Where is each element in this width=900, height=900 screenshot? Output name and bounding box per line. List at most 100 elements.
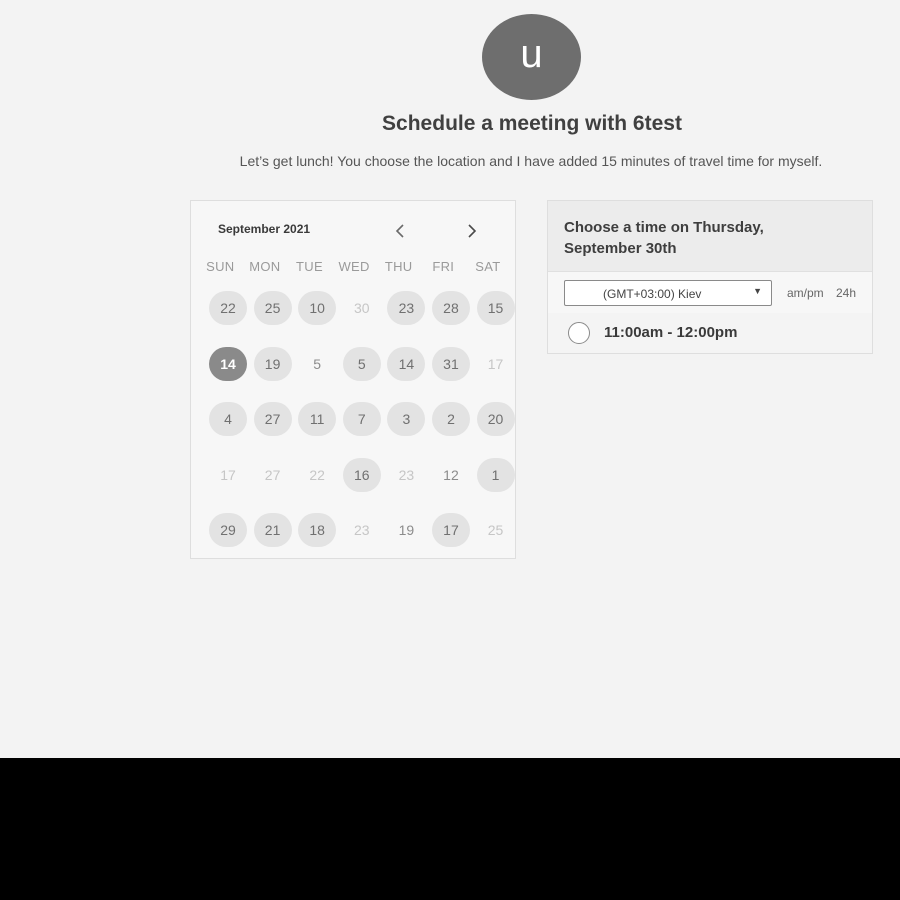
page-title: Schedule a meeting with 6test [382, 112, 682, 135]
calendar-day[interactable]: 21 [253, 513, 292, 547]
day-cell: 14 [207, 346, 252, 403]
calendar-day[interactable]: 29 [209, 513, 247, 547]
day-cell: 27 [252, 458, 297, 514]
calendar-day[interactable]: 25 [253, 291, 292, 325]
day-cell: 17 [207, 458, 252, 514]
time-panel: Choose a time on Thursday, September 30t… [547, 200, 873, 354]
time-panel-header: Choose a time on Thursday, September 30t… [548, 201, 872, 272]
day-cell: 20 [475, 402, 520, 458]
day-cell: 23 [385, 458, 430, 514]
time-slot[interactable]: 11:00am - 12:00pm [548, 313, 872, 353]
selected-day[interactable]: 14 [209, 346, 247, 381]
day-cell: 28 [430, 291, 475, 347]
calendar-day[interactable]: 2 [431, 402, 470, 436]
calendar-day: 17 [220, 466, 236, 483]
weekday-mon: MON [249, 259, 281, 274]
scheduling-page: u Schedule a meeting with 6test Let’s ge… [0, 0, 900, 758]
calendar-day[interactable]: 16 [342, 457, 381, 492]
calendar-day[interactable]: 28 [431, 291, 470, 325]
calendar-month: September 2021 [218, 222, 311, 236]
calendar-day[interactable]: 17 [431, 513, 470, 547]
calendar-day: 27 [264, 466, 281, 483]
weekday-tue: TUE [296, 259, 323, 274]
time-slot-label: 11:00am - 12:00pm [604, 324, 738, 341]
calendar-day[interactable]: 27 [253, 402, 292, 436]
day-cell: 2 [430, 402, 475, 458]
calendar-day[interactable]: 20 [476, 402, 515, 436]
day-cell: 16 [341, 457, 386, 514]
day-cell: 7 [341, 402, 386, 458]
day-cell: 30 [341, 291, 386, 347]
24h-toggle[interactable]: 24h [836, 286, 856, 300]
day-cell: 15 [475, 291, 520, 347]
black-bar [0, 758, 900, 900]
calendar-day: 23 [398, 466, 415, 483]
day-cell: 19 [252, 346, 297, 403]
day-cell: 17 [475, 347, 520, 403]
caret-down-icon: ▼ [753, 286, 762, 296]
calendar-day[interactable]: 14 [387, 346, 426, 381]
day-cell: 5 [341, 346, 386, 403]
day-cell: 18 [296, 513, 341, 569]
calendar-day: 5 [313, 355, 322, 372]
day-cell: 19 [385, 513, 430, 569]
calendar-day: 23 [353, 522, 370, 538]
day-cell: 22 [296, 458, 341, 514]
day-cell: 25 [252, 291, 297, 347]
calendar-day[interactable]: 7 [342, 402, 381, 436]
day-cell: 11 [296, 402, 341, 458]
day-cell: 4 [207, 402, 252, 458]
day-cell: 5 [296, 347, 341, 403]
calendar-day[interactable]: 4 [209, 402, 247, 436]
weekday-sun: SUN [206, 259, 235, 274]
ampm-toggle[interactable]: am/pm [787, 286, 824, 300]
day-cell: 29 [207, 513, 252, 569]
day-cell: 25 [475, 513, 520, 569]
calendar-day[interactable]: 5 [342, 346, 381, 381]
day-cell: 22 [207, 291, 252, 347]
calendar-day[interactable]: 10 [298, 291, 337, 325]
day-cell: 3 [385, 402, 430, 458]
time-panel-title: Choose a time on Thursday, September 30t… [564, 219, 764, 257]
page-subtitle: Let’s get lunch! You choose the location… [239, 153, 823, 169]
timezone-value: (GMT+03:00) Kiev [603, 287, 702, 301]
day-cell: 14 [385, 346, 430, 403]
calendar-day[interactable]: 31 [431, 346, 470, 381]
calendar-day[interactable]: 15 [476, 291, 515, 325]
calendar-day: 25 [487, 522, 504, 538]
day-cell: 12 [430, 458, 475, 514]
next-month-button[interactable] [460, 219, 484, 243]
weekday-thu: THU [384, 259, 413, 274]
weekday-fri: FRI [432, 259, 455, 274]
day-cell: 27 [252, 402, 297, 458]
radio-icon[interactable] [568, 322, 590, 344]
chevron-right-icon [468, 224, 477, 238]
day-cell: 17 [430, 513, 475, 569]
calendar: September 2021 SUN MON TUE WED THU FRI SAT 22 2… [190, 200, 516, 559]
calendar-day: 30 [353, 300, 370, 316]
timezone-select[interactable]: (GMT+03:00) Kiev ▼ [564, 280, 772, 306]
calendar-day[interactable]: 19 [253, 346, 292, 381]
calendar-day: 12 [443, 466, 459, 483]
chevron-left-icon [395, 224, 404, 238]
prev-month-button[interactable] [388, 219, 412, 243]
avatar-letter: u [520, 32, 543, 76]
day-cell: 31 [430, 346, 475, 403]
calendar-day: 22 [309, 466, 325, 483]
calendar-day[interactable]: 23 [387, 291, 426, 325]
calendar-day[interactable]: 18 [298, 513, 337, 547]
avatar: u [482, 14, 581, 100]
calendar-day: 19 [398, 522, 415, 538]
calendar-day[interactable]: 3 [387, 402, 426, 436]
weekday-sat: SAT [475, 259, 501, 274]
day-grid: 22 25 10 30 23 28 15 14 19 5 5 14 31 17 4 27 11 7 3 2 20 17 27… [207, 291, 519, 569]
weekday-wed: WED [338, 259, 370, 274]
day-cell: 23 [385, 291, 430, 347]
calendar-day[interactable]: 22 [209, 291, 247, 325]
calendar-day[interactable]: 1 [476, 457, 515, 492]
day-cell: 10 [296, 291, 341, 347]
calendar-day: 17 [487, 355, 504, 372]
calendar-day[interactable]: 11 [298, 402, 337, 436]
day-cell: 23 [341, 513, 386, 569]
day-cell: 21 [252, 513, 297, 569]
